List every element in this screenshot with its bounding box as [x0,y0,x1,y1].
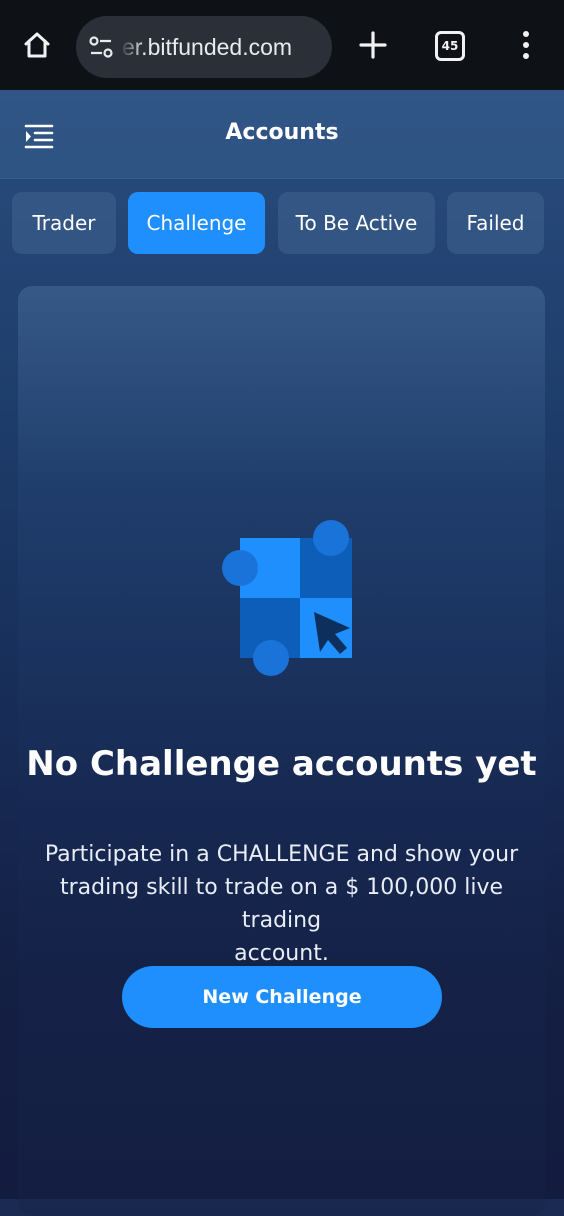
tab-trader[interactable]: Trader [12,192,116,254]
app-content: Accounts Trader Challenge To Be Active F… [0,90,564,1216]
app-header: Accounts [0,90,564,179]
more-vert-icon[interactable] [508,24,544,66]
account-tabs: Trader Challenge To Be Active Failed [0,192,564,254]
description-line: trading skill to trade on a $ 100,000 li… [60,875,503,933]
home-icon[interactable] [16,24,58,66]
url-text[interactable]: er.bitfunded.com [122,16,292,78]
tab-challenge[interactable]: Challenge [128,192,265,254]
empty-state-card: No Challenge accounts yet Participate in… [18,286,545,1216]
tab-failed[interactable]: Failed [447,192,544,254]
plus-icon[interactable] [352,24,394,66]
tab-count: 45 [435,31,465,61]
address-bar[interactable]: er.bitfunded.com [76,16,332,78]
tab-to-be-active[interactable]: To Be Active [278,192,435,254]
description-line: Participate in a CHALLENGE and show your [44,842,519,867]
empty-state-title: No Challenge accounts yet [26,744,537,784]
tune-icon[interactable] [88,34,114,60]
page-title: Accounts [225,120,339,145]
empty-state-description: Participate in a CHALLENGE and show your… [18,838,545,970]
new-challenge-button[interactable]: New Challenge [122,966,442,1028]
tab-switcher-button[interactable]: 45 [432,28,468,64]
browser-toolbar: er.bitfunded.com 45 [0,0,564,90]
url-fade [120,16,144,78]
checkerboard-cursor-icon [202,518,360,678]
